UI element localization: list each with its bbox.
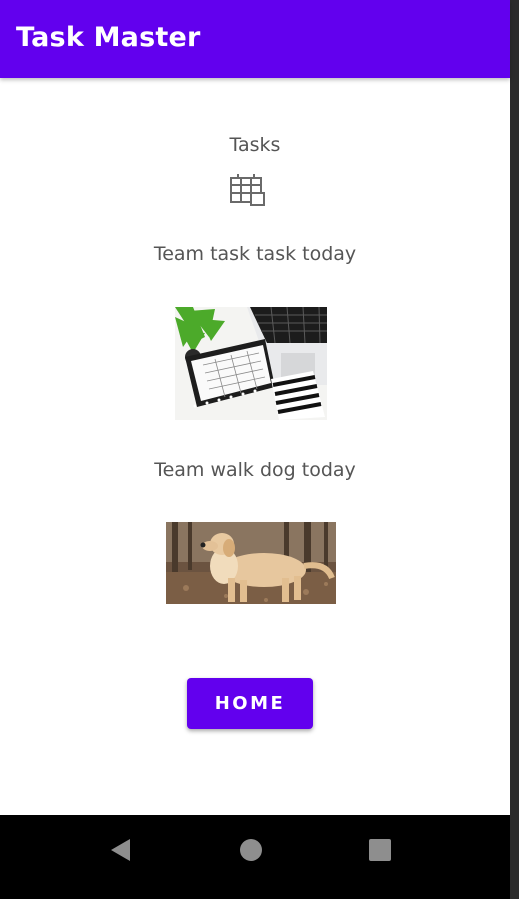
home-circle-icon[interactable] [238, 837, 264, 863]
system-navigation-bar [0, 815, 510, 899]
desk-planner-laptop-photo [175, 307, 327, 420]
calendar-icon [230, 174, 265, 206]
recents-square-icon[interactable] [367, 837, 393, 863]
tasks-heading: Tasks [229, 134, 281, 156]
task-title: Team walk dog today [154, 459, 356, 481]
app-title: Task Master [16, 22, 201, 53]
home-button[interactable]: HOME [187, 678, 313, 729]
back-icon[interactable] [108, 837, 134, 863]
app-bar: Task Master [0, 0, 510, 78]
task-title: Team task task today [153, 243, 357, 265]
main-content: Tasks Team task task today Team walk dog… [0, 78, 510, 815]
phone-screen: Task Master Tasks Team task task today T… [0, 0, 510, 899]
device-edge [510, 0, 519, 899]
golden-retriever-photo [166, 522, 336, 604]
